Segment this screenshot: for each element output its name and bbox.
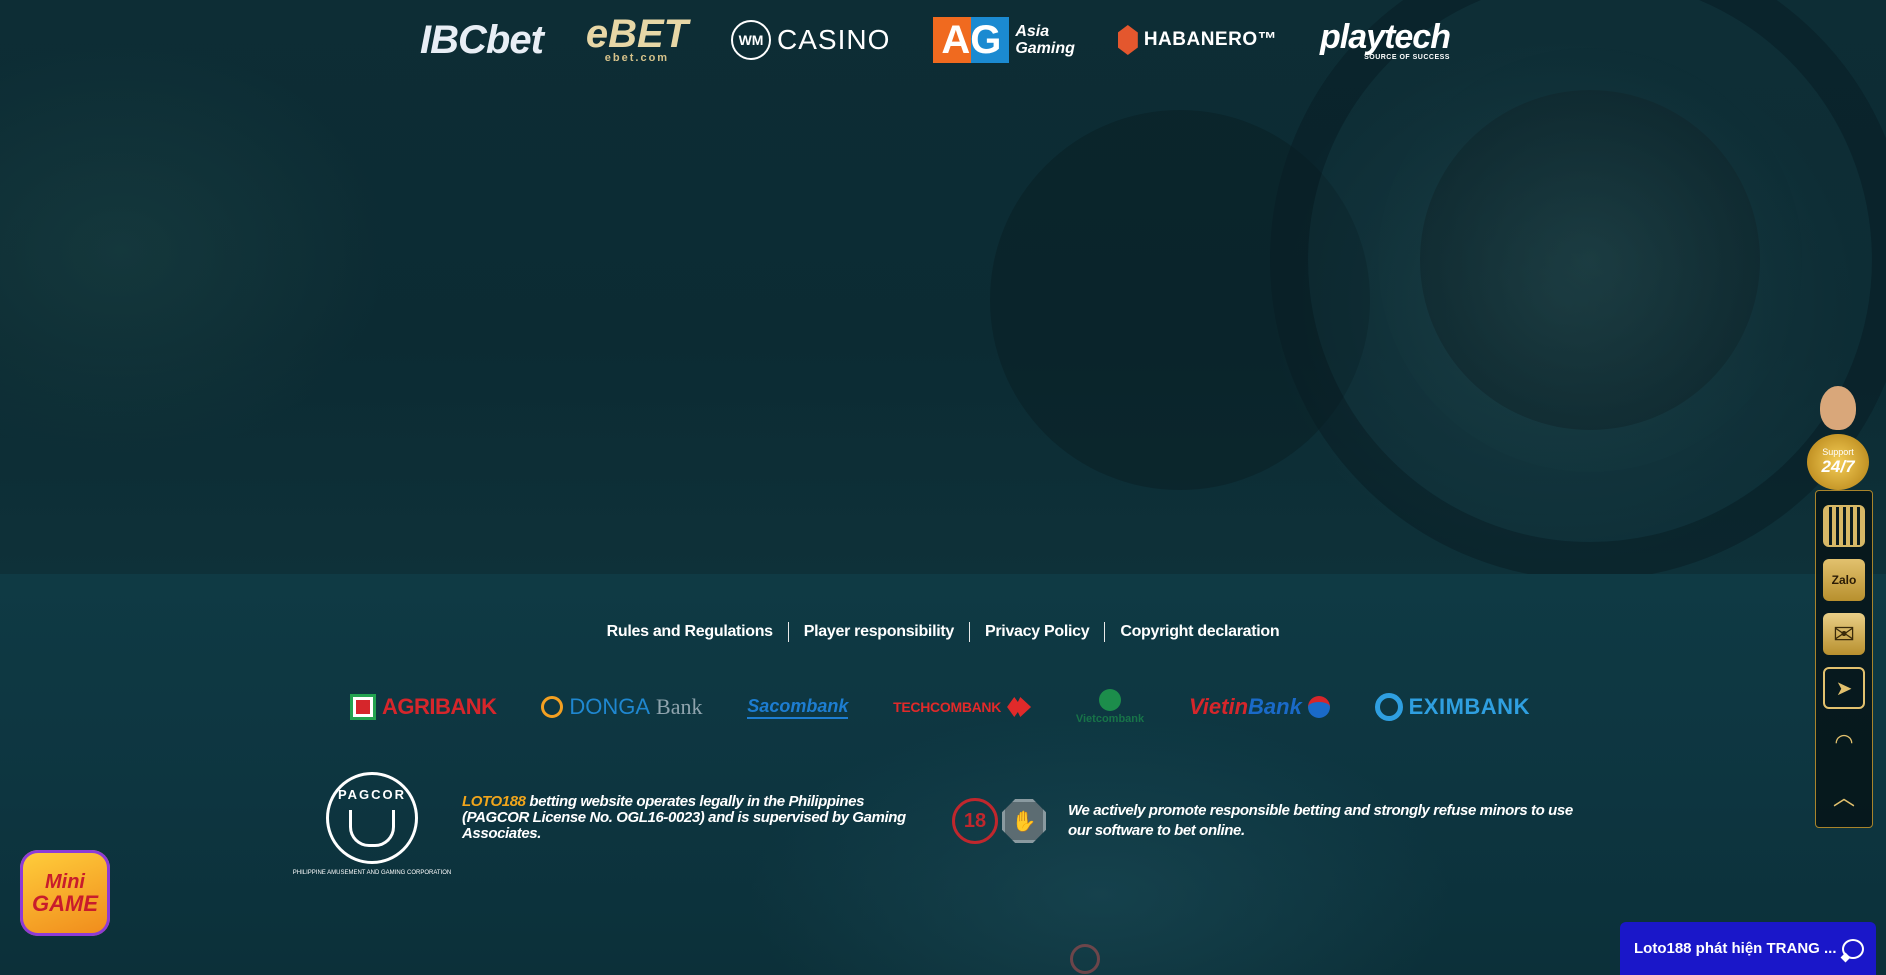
support-badge: Support 24/7 [1807, 434, 1869, 490]
qr-code-icon[interactable] [1823, 505, 1865, 547]
footer-link-privacy-policy[interactable]: Privacy Policy [970, 623, 1104, 641]
decorative-ring [1070, 944, 1100, 974]
bank-techcombank-logo: TECHCOMBANK [893, 697, 1032, 717]
bank-vietin-b: Bank [1248, 694, 1302, 719]
scroll-top-icon[interactable]: ︿ [1823, 775, 1865, 817]
support-agent-avatar [1820, 386, 1856, 430]
bank-eximbank-logo: EXIMBANK [1374, 693, 1530, 721]
pagcor-logo: PAGCOR PHILIPPINE AMUSEMENT AND GAMING C… [293, 772, 451, 876]
game-providers-row: IBCbet eBET ebet.com WM CASINO AG Asia G… [420, 10, 1451, 70]
ag-icon: AG [933, 17, 1010, 63]
age-18-icon: 18 [952, 798, 998, 844]
bank-sacombank-logo: Sacombank [747, 696, 849, 719]
responsible-statement: We actively promote responsible betting … [1068, 802, 1573, 839]
provider-asia-gaming-logo[interactable]: AG Asia Gaming [933, 17, 1075, 63]
pagcor-seal: PAGCOR [326, 772, 418, 864]
bank-vietinbank-text: VietinBank [1189, 694, 1302, 720]
vietcombank-icon [1099, 689, 1121, 711]
provider-ag-line2: Gaming [1015, 40, 1075, 57]
speed-gauge-icon[interactable]: ◠ [1823, 721, 1865, 763]
pagcor-caption: PHILIPPINE AMUSEMENT AND GAMING CORPORAT… [292, 870, 452, 876]
license-section: PAGCOR PHILIPPINE AMUSEMENT AND GAMING C… [293, 772, 922, 876]
stop-hand-icon: ✋ [1002, 799, 1046, 843]
brand-name: LOTO188 [462, 793, 526, 810]
hero-background: IBCbet eBET ebet.com WM CASINO AG Asia G… [0, 0, 1886, 574]
support-24-7-badge[interactable]: Support 24/7 [1802, 376, 1874, 490]
pagcor-text: PAGCOR [337, 787, 407, 802]
mini-game-line2: GAME [32, 891, 98, 916]
provider-ag-line1: Asia [1015, 23, 1050, 40]
bank-vietin-a: Vietin [1188, 694, 1249, 719]
provider-ebet-logo[interactable]: eBET ebet.com [585, 12, 689, 64]
mini-game-button[interactable]: Mini GAME [20, 850, 110, 936]
provider-ebet-text: eBET [585, 12, 689, 56]
provider-playtech-tagline: SOURCE OF SUCCESS [1364, 53, 1450, 61]
mini-game-line1: Mini [45, 871, 85, 893]
agribank-icon [350, 694, 376, 720]
eximbank-icon [1374, 693, 1403, 721]
bank-logos-row: AGRIBANK DONGA Bank Sacombank TECHCOMBAN… [350, 689, 1530, 725]
chat-preview-text: Loto188 phát hiện TRANG ... [1634, 940, 1837, 957]
provider-ag-text: Asia Gaming [1015, 23, 1075, 57]
bank-donga-suffix: Bank [656, 694, 703, 719]
bank-eximbank-text: EXIMBANK [1408, 694, 1530, 719]
provider-wm-casino-logo[interactable]: WM CASINO [731, 20, 890, 60]
chat-bubble-icon [1842, 938, 1864, 959]
bank-donga-logo: DONGA Bank [541, 694, 703, 720]
support-hours: 24/7 [1821, 457, 1855, 476]
wm-icon: WM [731, 20, 772, 60]
license-text: betting website operates legally in the … [462, 793, 906, 842]
provider-habanero-logo[interactable]: HABANERO™ [1117, 25, 1278, 55]
donga-icon [541, 696, 564, 718]
footer-link-rules[interactable]: Rules and Regulations [592, 623, 788, 641]
support-label: Support [1822, 447, 1854, 457]
mail-icon[interactable]: ✉ [1823, 613, 1865, 655]
vietinbank-icon [1307, 696, 1330, 718]
bank-vietcombank-logo: Vietcombank [1076, 689, 1144, 725]
habanero-icon [1117, 25, 1138, 55]
bank-agribank-text: AGRIBANK [382, 694, 497, 719]
bank-agribank-logo: AGRIBANK [350, 694, 497, 720]
contact-side-panel: Zalo ✉ ➤ ◠ ︿ [1815, 490, 1873, 828]
footer-links: Rules and Regulations Player responsibil… [0, 622, 1886, 642]
provider-habanero-text: HABANERO™ [1143, 29, 1278, 50]
bank-vietcombank-text: Vietcombank [1075, 713, 1145, 725]
footer-link-player-responsibility[interactable]: Player responsibility [789, 623, 969, 641]
bank-donga-text: DONGA [569, 694, 651, 719]
provider-playtech-logo[interactable]: playtech SOURCE OF SUCCESS [1320, 17, 1451, 61]
zalo-icon[interactable]: Zalo [1823, 559, 1865, 601]
provider-wm-text: CASINO [777, 24, 891, 55]
zalo-label: Zalo [1831, 573, 1857, 587]
techcombank-icon [1007, 697, 1032, 717]
license-statement: LOTO188 betting website operates legally… [462, 794, 922, 842]
responsible-gaming-section: 18 ✋ We actively promote responsible bet… [952, 798, 1588, 844]
provider-playtech-text: playtech [1320, 17, 1451, 56]
roulette-center-graphic [1420, 90, 1760, 430]
bank-sacombank-text: Sacombank [747, 696, 849, 719]
provider-ibcbet-logo[interactable]: IBCbet [420, 17, 544, 63]
bank-techcombank-text: TECHCOMBANK [893, 699, 1002, 715]
live-chat-bar[interactable]: Loto188 phát hiện TRANG ... [1620, 922, 1876, 975]
telegram-icon[interactable]: ➤ [1823, 667, 1865, 709]
bank-vietinbank-logo: VietinBank [1189, 694, 1330, 720]
footer-link-copyright[interactable]: Copyright declaration [1105, 623, 1294, 641]
provider-ebet-domain: ebet.com [604, 52, 670, 64]
provider-ibcbet-text: IBCbet [420, 17, 544, 62]
site-footer: Rules and Regulations Player responsibil… [0, 574, 1886, 975]
